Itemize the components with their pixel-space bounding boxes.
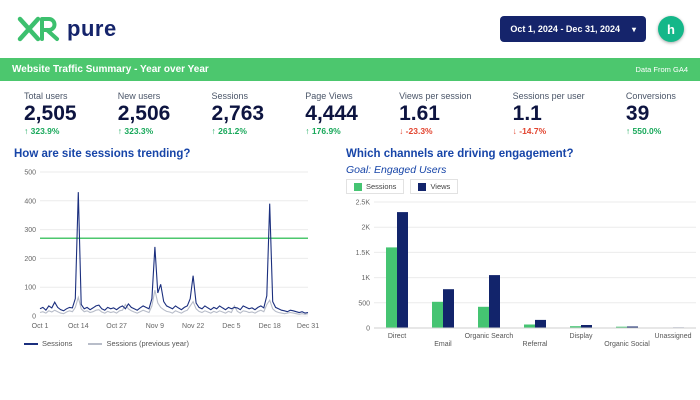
kpi-label: Conversions (626, 91, 676, 101)
svg-text:Unassigned: Unassigned (655, 333, 692, 340)
kpi-label: Sessions per user (513, 91, 585, 101)
svg-text:Oct 27: Oct 27 (106, 323, 127, 330)
legend-item: Sessions (previous year) (88, 339, 189, 348)
legend-label: Views (430, 182, 450, 191)
legend-label: Sessions (42, 339, 72, 348)
data-source-label: Data From GA4 (635, 65, 688, 74)
kpi-card: Page Views4,444↑ 176.9% (305, 91, 358, 136)
svg-text:Nov 9: Nov 9 (146, 323, 164, 330)
svg-text:300: 300 (24, 227, 36, 234)
line-chart: 0 100 200 300 400 500 Oct 1 Oct 14 Oct 27 Nov 9 No… (14, 164, 320, 332)
arrow-up-icon: ↑ (118, 126, 122, 136)
svg-text:Oct 1: Oct 1 (32, 323, 49, 330)
sessions-trend-section: How are site sessions trending? 0 100 200 3… (14, 140, 320, 359)
svg-text:Email: Email (434, 341, 452, 348)
legend-label: Sessions (previous year) (106, 339, 189, 348)
arrow-down-icon: ↓ (513, 126, 517, 136)
svg-text:0: 0 (32, 314, 36, 321)
svg-text:2.5K: 2.5K (356, 200, 371, 207)
svg-text:Nov 22: Nov 22 (182, 323, 204, 330)
arrow-up-icon: ↑ (626, 126, 630, 136)
kpi-delta: ↑ 550.0% (626, 126, 676, 136)
kpi-label: Total users (24, 91, 77, 101)
kpi-label: Sessions (212, 91, 265, 101)
line-chart-legend: Sessions Sessions (previous year) (14, 339, 320, 348)
kpi-value: 1.1 (513, 101, 585, 126)
svg-text:1K: 1K (361, 275, 370, 282)
channels-section: Which channels are driving engagement? G… (346, 140, 700, 359)
arrow-up-icon: ↑ (24, 126, 28, 136)
avatar[interactable]: h (658, 16, 684, 42)
kpi-value: 1.61 (399, 101, 471, 126)
svg-text:Oct 14: Oct 14 (68, 323, 89, 330)
logo-text: pure (67, 16, 117, 42)
svg-text:500: 500 (24, 170, 36, 177)
kpi-row: Total users2,505↑ 323.9%New users2,506↑ … (0, 81, 700, 136)
legend-swatch (418, 183, 426, 191)
svg-text:Organic Search: Organic Search (465, 333, 514, 340)
logo-mark-icon (16, 16, 62, 42)
kpi-label: Views per session (399, 91, 471, 101)
kpi-value: 2,505 (24, 101, 77, 126)
legend-item: Sessions (24, 339, 72, 348)
svg-text:0: 0 (366, 326, 370, 333)
arrow-up-icon: ↑ (212, 126, 216, 136)
svg-text:500: 500 (358, 300, 370, 307)
legend-swatch (88, 343, 102, 345)
logo: pure (16, 16, 117, 42)
kpi-card: Conversions39↑ 550.0% (626, 91, 676, 136)
kpi-delta: ↑ 261.2% (212, 126, 265, 136)
svg-text:1.5K: 1.5K (356, 250, 371, 257)
date-range-label: Oct 1, 2024 - Dec 31, 2024 (510, 24, 620, 34)
kpi-card: New users2,506↑ 323.3% (118, 91, 171, 136)
top-bar: pure Oct 1, 2024 - Dec 31, 2024 ▾ h (0, 0, 700, 58)
svg-text:400: 400 (24, 198, 36, 205)
svg-text:200: 200 (24, 256, 36, 263)
legend-swatch (24, 343, 38, 345)
bar-chart-subtitle: Goal: Engaged Users (346, 164, 700, 176)
report-banner: Website Traffic Summary - Year over Year… (0, 58, 700, 81)
date-range-button[interactable]: Oct 1, 2024 - Dec 31, 2024 ▾ (500, 16, 646, 42)
svg-text:Dec 31: Dec 31 (297, 323, 319, 330)
bar-chart: 0 500 1K 1.5K 2K 2.5K Direct Email Organic Searc… (346, 196, 700, 354)
kpi-delta: ↑ 176.9% (305, 126, 358, 136)
svg-text:Organic Social: Organic Social (604, 341, 650, 348)
arrow-up-icon: ↑ (305, 126, 309, 136)
svg-text:2K: 2K (361, 225, 370, 232)
kpi-card: Total users2,505↑ 323.9% (24, 91, 77, 136)
kpi-card: Sessions per user1.1↓ -14.7% (513, 91, 585, 136)
kpi-label: Page Views (305, 91, 358, 101)
kpi-value: 2,506 (118, 101, 171, 126)
svg-text:Direct: Direct (388, 333, 406, 340)
kpi-card: Views per session1.61↓ -23.3% (399, 91, 471, 136)
chevron-down-icon: ▾ (632, 25, 636, 34)
bar-chart-legend: Sessions Views (346, 179, 700, 194)
kpi-delta: ↑ 323.9% (24, 126, 77, 136)
top-right-controls: Oct 1, 2024 - Dec 31, 2024 ▾ h (500, 16, 684, 42)
legend-item: Sessions (346, 179, 404, 194)
kpi-delta: ↓ -23.3% (399, 126, 471, 136)
banner-title: Website Traffic Summary - Year over Year (12, 64, 209, 75)
kpi-value: 39 (626, 101, 676, 126)
svg-text:Referral: Referral (523, 341, 548, 348)
legend-swatch (354, 183, 362, 191)
kpi-delta: ↑ 323.3% (118, 126, 171, 136)
svg-text:Display: Display (570, 333, 593, 340)
kpi-card: Sessions2,763↑ 261.2% (212, 91, 265, 136)
svg-text:100: 100 (24, 285, 36, 292)
legend-item: Views (410, 179, 458, 194)
bar-chart-title: Which channels are driving engagement? (346, 148, 700, 160)
kpi-delta: ↓ -14.7% (513, 126, 585, 136)
charts-area: How are site sessions trending? 0 100 200 3… (0, 136, 700, 359)
legend-label: Sessions (366, 182, 396, 191)
arrow-down-icon: ↓ (399, 126, 403, 136)
line-chart-title: How are site sessions trending? (14, 148, 320, 160)
kpi-value: 4,444 (305, 101, 358, 126)
kpi-value: 2,763 (212, 101, 265, 126)
svg-text:Dec 18: Dec 18 (259, 323, 281, 330)
kpi-label: New users (118, 91, 171, 101)
svg-text:Dec 5: Dec 5 (222, 323, 240, 330)
